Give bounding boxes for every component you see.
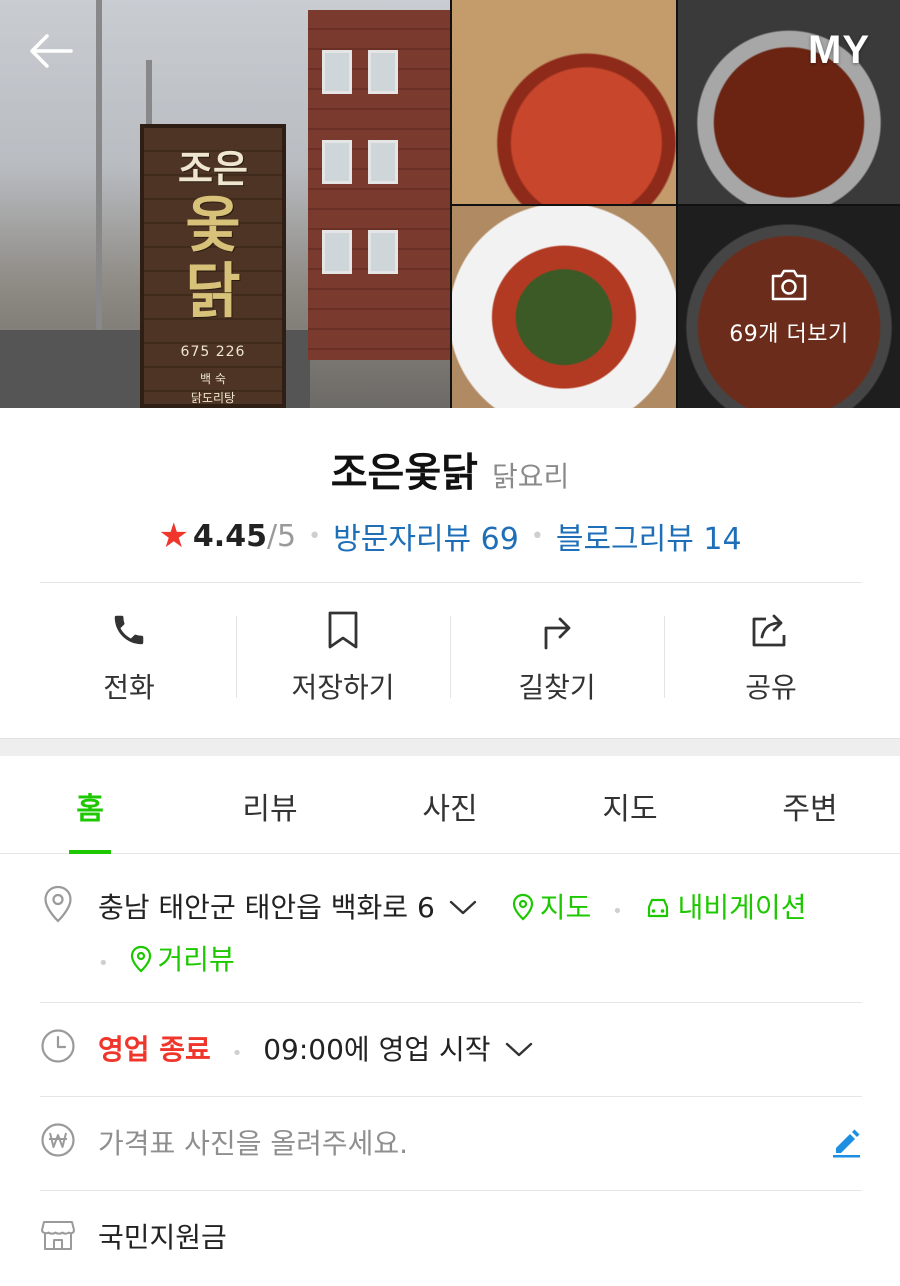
place-category: 닭요리 xyxy=(491,460,570,493)
navigation-link-label: 내비게이션 xyxy=(677,891,807,924)
pencil-icon[interactable] xyxy=(830,1126,862,1162)
share-icon xyxy=(749,608,793,652)
place-name: 조은옻닭 xyxy=(330,450,478,496)
phone-icon xyxy=(107,608,151,652)
tab-nearby[interactable]: 주변 xyxy=(720,756,900,853)
support-fund-row: 국민지원금 xyxy=(40,1214,862,1262)
open-time: 09:00에 영업 시작 xyxy=(263,1033,491,1066)
clock-icon xyxy=(40,1026,76,1066)
price-row[interactable]: 가격표 사진을 올려주세요. xyxy=(40,1120,862,1168)
tab-bar: 홈 리뷰 사진 지도 주변 xyxy=(0,756,900,854)
section-separator xyxy=(0,738,900,756)
car-icon xyxy=(644,888,672,936)
my-button[interactable]: MY xyxy=(808,28,870,73)
back-button[interactable] xyxy=(26,30,76,76)
map-pin-icon xyxy=(512,888,534,936)
sign-sub1: 백 숙 xyxy=(200,372,226,386)
tab-home[interactable]: 홈 xyxy=(0,756,180,854)
camera-icon xyxy=(769,268,809,306)
address-row: 충남 태안군 태안읍 백화로 6 지도 • 내비게이션 • 거리뷰 xyxy=(40,884,862,988)
sign-sub2: 닭도리탕 xyxy=(190,391,236,405)
store-icon xyxy=(40,1214,76,1254)
rating-score: 4.45 xyxy=(192,518,267,554)
share-label: 공유 xyxy=(745,671,797,704)
divider xyxy=(40,582,862,583)
tab-reviews[interactable]: 리뷰 xyxy=(180,756,360,853)
map-link-label: 지도 xyxy=(539,891,592,924)
directions-button[interactable]: 길찾기 xyxy=(450,600,664,710)
divider xyxy=(40,1002,862,1003)
more-photos-label: 69개 더보기 xyxy=(729,322,849,347)
directions-icon xyxy=(535,608,579,652)
more-photos-tile[interactable]: 69개 더보기 xyxy=(678,206,900,408)
chevron-down-icon[interactable] xyxy=(505,1026,533,1074)
bookmark-icon xyxy=(321,608,365,652)
blog-reviews-link[interactable]: 블로그리뷰 14 xyxy=(556,514,742,558)
food-photo-3[interactable] xyxy=(452,206,676,408)
rating-max: /5 xyxy=(266,518,297,554)
share-button[interactable]: 공유 xyxy=(664,600,878,710)
call-label: 전화 xyxy=(103,671,155,704)
restaurant-sign: 조은 옻 닭 675 226 백 숙 닭도리탕 xyxy=(140,124,286,408)
arrow-left-icon xyxy=(27,32,75,74)
sign-phone: 675 226 xyxy=(180,344,246,360)
support-fund-text: 국민지원금 xyxy=(98,1221,227,1254)
chevron-down-icon[interactable] xyxy=(449,884,477,932)
divider xyxy=(40,1096,862,1097)
directions-label: 길찾기 xyxy=(518,671,596,704)
sign-line3: 닭 xyxy=(185,257,241,327)
action-bar: 전화 저장하기 길찾기 공유 xyxy=(22,600,878,710)
tab-photos[interactable]: 사진 xyxy=(360,756,540,853)
street-view-link[interactable]: 거리뷰 xyxy=(130,943,235,976)
business-status: 영업 종료 xyxy=(98,1033,211,1066)
map-link[interactable]: 지도 xyxy=(512,891,592,924)
photo-gallery: 조은 옻 닭 675 226 백 숙 닭도리탕 69개 더보기 MY xyxy=(0,0,900,408)
star-icon: ★ xyxy=(158,516,189,556)
location-pin-icon xyxy=(40,884,76,924)
food-photo-1[interactable] xyxy=(452,0,676,204)
navigation-link[interactable]: 내비게이션 xyxy=(644,891,807,924)
sign-line1: 조은 xyxy=(178,146,248,191)
divider xyxy=(40,1190,862,1191)
call-button[interactable]: 전화 xyxy=(22,600,236,710)
price-placeholder: 가격표 사진을 올려주세요. xyxy=(98,1127,409,1160)
won-icon xyxy=(40,1120,76,1160)
address-text: 충남 태안군 태안읍 백화로 6 xyxy=(98,891,435,924)
save-button[interactable]: 저장하기 xyxy=(236,600,450,710)
hours-row[interactable]: 영업 종료 • 09:00에 영업 시작 xyxy=(40,1026,862,1078)
place-title-block: 조은옻닭 닭요리 ★ 4.45 /5 • 방문자리뷰 69 • 블로그리뷰 14 xyxy=(0,440,900,558)
street-view-link-label: 거리뷰 xyxy=(157,943,235,976)
tab-map[interactable]: 지도 xyxy=(540,756,720,853)
street-view-pin-icon xyxy=(130,940,152,988)
sign-line2: 옻 xyxy=(185,191,241,261)
visitor-reviews-link[interactable]: 방문자리뷰 69 xyxy=(333,514,519,558)
save-label: 저장하기 xyxy=(291,671,395,704)
